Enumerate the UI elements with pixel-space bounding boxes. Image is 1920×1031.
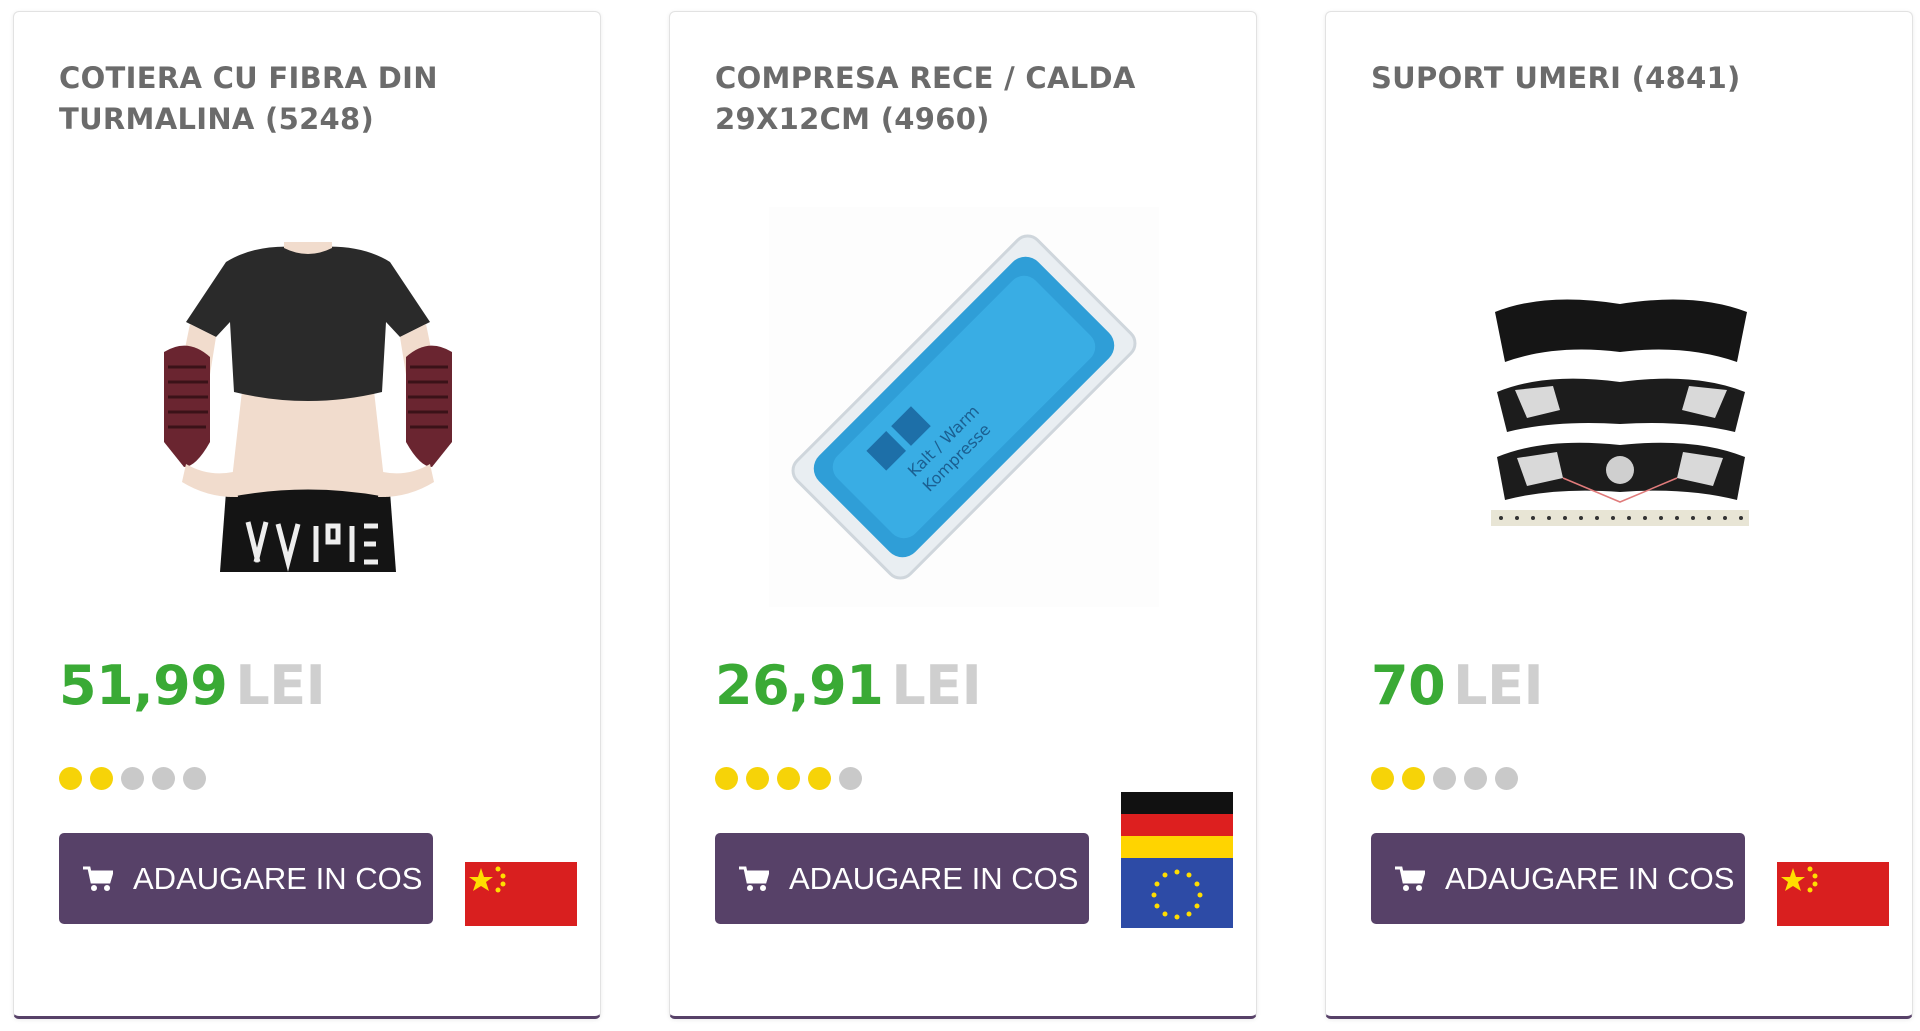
product-image[interactable]: [1371, 202, 1869, 612]
shoulder-support-photo: [1491, 299, 1749, 526]
price-currency: LEI: [235, 654, 326, 717]
product-price: 70 LEI: [1371, 654, 1544, 717]
cart-icon: [739, 866, 769, 892]
price-value: 51,99: [59, 654, 228, 717]
rating-dot-filled: [1371, 767, 1394, 790]
add-to-cart-button[interactable]: ADAUGARE IN COS: [59, 833, 433, 924]
china-flag: [465, 862, 577, 926]
price-currency: LEI: [891, 654, 982, 717]
product-image[interactable]: Kalt / Warm Kompresse: [715, 202, 1213, 612]
rating-dot-empty: [1433, 767, 1456, 790]
rating-dot-empty: [121, 767, 144, 790]
add-to-cart-label: ADAUGARE IN COS: [133, 860, 423, 896]
cart-icon: [83, 866, 113, 892]
product-card[interactable]: SUPORT UMERI (4841) 70 LEI ADAUGARE IN C…: [1325, 11, 1913, 1019]
product-price: 26,91 LEI: [715, 654, 982, 717]
rating-dot-filled: [808, 767, 831, 790]
product-grid: COTIERA CU FIBRA DIN TURMALINA (5248) 51…: [0, 0, 1920, 1031]
elbow-support-photo: [164, 242, 452, 572]
price-value: 70: [1371, 654, 1446, 717]
add-to-cart-label: ADAUGARE IN COS: [1445, 860, 1735, 896]
rating-dot-empty: [839, 767, 862, 790]
product-title[interactable]: COTIERA CU FIBRA DIN TURMALINA (5248): [59, 58, 569, 140]
rating-dot-filled: [715, 767, 738, 790]
add-to-cart-label: ADAUGARE IN COS: [789, 860, 1079, 896]
rating-dot-filled: [746, 767, 769, 790]
rating-stars: [1371, 767, 1518, 790]
rating-dot-filled: [1402, 767, 1425, 790]
rating-dot-filled: [777, 767, 800, 790]
cold-hot-compress-photo: Kalt / Warm Kompresse: [769, 207, 1159, 607]
add-to-cart-button[interactable]: ADAUGARE IN COS: [715, 833, 1089, 924]
price-currency: LEI: [1453, 654, 1544, 717]
product-card[interactable]: COTIERA CU FIBRA DIN TURMALINA (5248) 51…: [13, 11, 601, 1019]
china-flag: [1777, 862, 1889, 926]
price-value: 26,91: [715, 654, 884, 717]
rating-dot-empty: [1464, 767, 1487, 790]
cart-icon: [1395, 866, 1425, 892]
rating-dot-filled: [90, 767, 113, 790]
product-image[interactable]: [59, 202, 557, 612]
rating-dot-empty: [183, 767, 206, 790]
product-card[interactable]: COMPRESA RECE / CALDA 29X12CM (4960) Kal…: [669, 11, 1257, 1019]
rating-stars: [59, 767, 206, 790]
germany-eu-flag: [1121, 792, 1233, 928]
product-price: 51,99 LEI: [59, 654, 326, 717]
rating-stars: [715, 767, 862, 790]
add-to-cart-button[interactable]: ADAUGARE IN COS: [1371, 833, 1745, 924]
rating-dot-empty: [152, 767, 175, 790]
product-title[interactable]: COMPRESA RECE / CALDA 29X12CM (4960): [715, 58, 1225, 140]
rating-dot-filled: [59, 767, 82, 790]
rating-dot-empty: [1495, 767, 1518, 790]
product-title[interactable]: SUPORT UMERI (4841): [1371, 58, 1881, 99]
